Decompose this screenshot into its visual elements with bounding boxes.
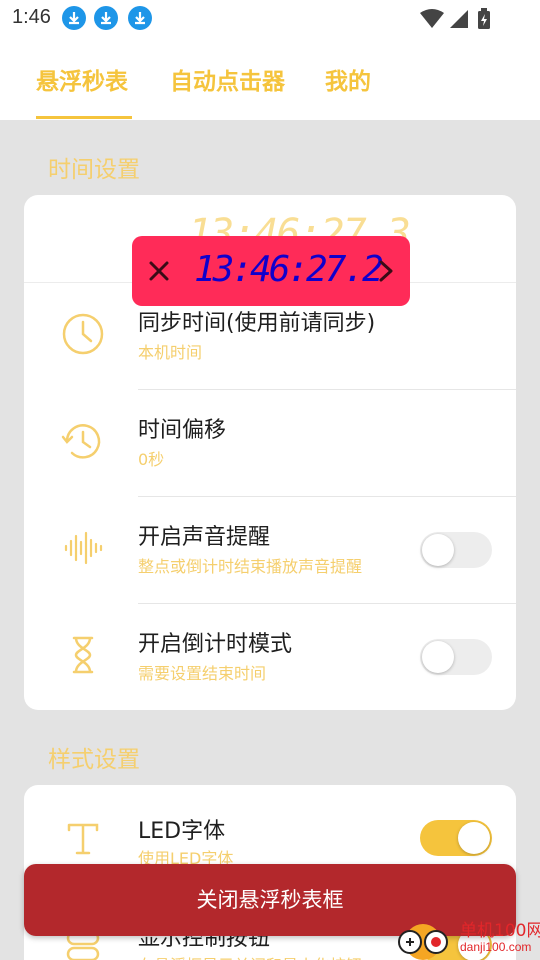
chevron-right-icon[interactable] bbox=[370, 254, 402, 288]
section-title-style-settings: 样式设置 bbox=[48, 747, 140, 773]
sound-wave-icon bbox=[64, 531, 103, 565]
floating-stopwatch-time: 13:46:27.2 bbox=[194, 249, 384, 290]
countdown-mode-toggle[interactable] bbox=[420, 639, 492, 675]
section-title-time-settings: 时间设置 bbox=[48, 157, 140, 183]
countdown-mode-title: 开启倒计时模式 bbox=[138, 632, 293, 657]
sync-time-subtitle: 本机时间 bbox=[138, 343, 203, 362]
tab-indicator bbox=[36, 116, 132, 119]
time-offset-row[interactable]: 时间偏移 0秒 bbox=[24, 390, 516, 496]
sound-reminder-title: 开启声音提醒 bbox=[138, 525, 271, 550]
wifi-icon bbox=[420, 9, 444, 28]
history-icon bbox=[61, 424, 101, 459]
sound-reminder-subtitle: 整点或倒计时结束播放声音提醒 bbox=[138, 557, 363, 576]
text-font-icon bbox=[67, 823, 99, 855]
status-time: 1:46 bbox=[12, 6, 51, 28]
tab-auto-clicker[interactable]: 自动点击器 bbox=[170, 62, 285, 96]
control-buttons-subtitle: 在悬浮框显示关闭和最小化按钮 bbox=[138, 952, 362, 960]
watermark-url: danji100.com bbox=[460, 940, 532, 954]
hourglass-icon bbox=[72, 636, 94, 674]
toggle-knob bbox=[422, 534, 454, 566]
status-bar: 1:46 bbox=[0, 0, 540, 36]
tab-bar: 悬浮秒表 自动点击器 我的 bbox=[0, 36, 540, 120]
toggle-knob bbox=[458, 822, 490, 854]
clock-icon bbox=[62, 313, 104, 355]
sync-time-title: 同步时间(使用前请同步) bbox=[138, 311, 376, 336]
signal-icon bbox=[450, 10, 468, 28]
tab-mine[interactable]: 我的 bbox=[325, 62, 371, 96]
download-icon bbox=[62, 6, 86, 30]
time-offset-subtitle: 0秒 bbox=[138, 450, 165, 469]
watermark: 单机100网 danji100.com bbox=[388, 916, 540, 960]
floating-stopwatch[interactable]: 13:46:27.2 bbox=[132, 236, 410, 306]
sound-reminder-toggle[interactable] bbox=[420, 532, 492, 568]
led-font-toggle[interactable] bbox=[420, 820, 492, 856]
tab-floating-stopwatch[interactable]: 悬浮秒表 bbox=[36, 62, 128, 96]
watermark-text: 单机100网 bbox=[460, 921, 540, 941]
watermark-logo-icon bbox=[398, 924, 448, 960]
download-icon bbox=[94, 6, 118, 30]
sound-reminder-row: 开启声音提醒 整点或倒计时结束播放声音提醒 bbox=[24, 497, 516, 603]
close-icon[interactable] bbox=[140, 252, 178, 290]
time-offset-title: 时间偏移 bbox=[138, 418, 227, 443]
battery-charging-icon bbox=[478, 8, 490, 29]
countdown-mode-row: 开启倒计时模式 需要设置结束时间 bbox=[24, 604, 516, 710]
toggle-knob bbox=[422, 641, 454, 673]
status-indicators bbox=[420, 8, 500, 34]
led-font-title: LED字体 bbox=[138, 819, 226, 844]
countdown-mode-subtitle: 需要设置结束时间 bbox=[138, 664, 267, 683]
download-icon bbox=[128, 6, 152, 30]
